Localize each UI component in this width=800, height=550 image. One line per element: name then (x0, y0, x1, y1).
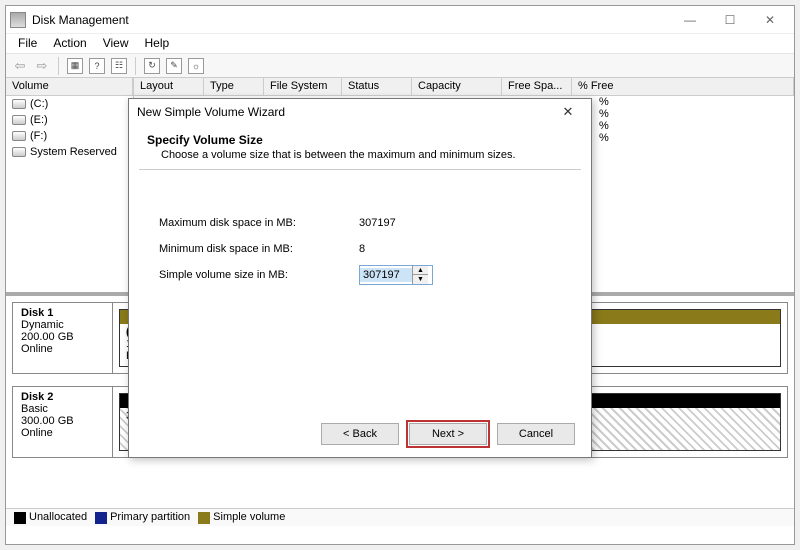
legend-swatch-primary (95, 512, 107, 524)
toolbar: ⇦ ⇨ ▦ ? ☷ ↻ ✎ ☼ (6, 54, 794, 78)
dialog-subheading: Choose a volume size that is between the… (147, 147, 573, 169)
spinner: ▲ ▼ (412, 266, 428, 284)
menu-view[interactable]: View (97, 36, 135, 51)
dialog-heading: Specify Volume Size Choose a volume size… (129, 125, 591, 169)
settings-icon[interactable]: ☼ (188, 58, 204, 74)
separator (58, 57, 59, 75)
disk-info: Disk 2 Basic 300.00 GB Online (13, 387, 113, 457)
max-value: 307197 (359, 217, 479, 229)
table-view-icon[interactable]: ▦ (67, 58, 83, 74)
size-label: Simple volume size in MB: (159, 269, 359, 281)
volume-label: (C:) (30, 98, 48, 110)
col-pctfree[interactable]: % Free (572, 78, 794, 96)
pct-value: % (599, 120, 609, 132)
col-layout[interactable]: Layout (134, 78, 204, 96)
min-value: 8 (359, 243, 479, 255)
drive-icon (12, 99, 26, 109)
volume-size-spinbox[interactable]: ▲ ▼ (359, 265, 433, 285)
disk-status: Online (21, 427, 53, 439)
dialog-title: New Simple Volume Wizard (137, 105, 285, 119)
close-button[interactable]: ✕ (750, 8, 790, 32)
col-freespace[interactable]: Free Spa... (502, 78, 572, 96)
new-simple-volume-wizard: New Simple Volume Wizard ✕ Specify Volum… (128, 98, 592, 458)
back-icon[interactable]: ⇦ (12, 58, 28, 74)
disk-info: Disk 1 Dynamic 200.00 GB Online (13, 303, 113, 373)
disk-size: 200.00 GB (21, 331, 74, 343)
max-label: Maximum disk space in MB: (159, 217, 359, 229)
max-space-row: Maximum disk space in MB: 307197 (159, 210, 561, 236)
detail-view-icon[interactable]: ☷ (111, 58, 127, 74)
disk-type: Basic (21, 403, 48, 415)
help-icon[interactable]: ? (89, 58, 105, 74)
volume-column: Volume (C:) (E:) (F:) System Reserved (6, 78, 134, 292)
dialog-body: Maximum disk space in MB: 307197 Minimum… (129, 170, 591, 328)
menubar: File Action View Help (6, 34, 794, 54)
cancel-button[interactable]: Cancel (497, 423, 575, 445)
dialog-buttons: < Back Next > Cancel (321, 423, 575, 445)
col-filesystem[interactable]: File System (264, 78, 342, 96)
drive-icon (12, 147, 26, 157)
dialog-titlebar: New Simple Volume Wizard ✕ (129, 99, 591, 125)
maximize-button[interactable]: ☐ (710, 8, 750, 32)
app-icon (10, 12, 26, 28)
legend-primary: Primary partition (110, 511, 190, 523)
volume-label: (E:) (30, 114, 48, 126)
volume-row[interactable]: (F:) (6, 128, 133, 144)
volume-size-input[interactable] (360, 268, 412, 282)
back-button[interactable]: < Back (321, 423, 399, 445)
legend: Unallocated Primary partition Simple vol… (6, 508, 794, 526)
refresh-icon[interactable]: ↻ (144, 58, 160, 74)
legend-swatch-unalloc (14, 512, 26, 524)
volume-label: System Reserved (30, 146, 117, 158)
col-type[interactable]: Type (204, 78, 264, 96)
disk-size: 300.00 GB (21, 415, 74, 427)
spin-up-icon[interactable]: ▲ (413, 266, 428, 275)
properties-icon[interactable]: ✎ (166, 58, 182, 74)
col-capacity[interactable]: Capacity (412, 78, 502, 96)
titlebar: Disk Management — ☐ ✕ (6, 6, 794, 34)
min-label: Minimum disk space in MB: (159, 243, 359, 255)
next-button[interactable]: Next > (409, 423, 487, 445)
volume-row[interactable]: System Reserved (6, 144, 133, 160)
menu-help[interactable]: Help (139, 36, 176, 51)
pct-value: % (599, 108, 609, 120)
col-volume[interactable]: Volume (6, 78, 133, 96)
menu-action[interactable]: Action (47, 36, 92, 51)
col-status[interactable]: Status (342, 78, 412, 96)
volume-row[interactable]: (E:) (6, 112, 133, 128)
legend-simple: Simple volume (213, 511, 285, 523)
spin-down-icon[interactable]: ▼ (413, 275, 428, 284)
window-title: Disk Management (32, 13, 129, 27)
disk-name: Disk 1 (21, 307, 53, 319)
menu-file[interactable]: File (12, 36, 43, 51)
pct-value: % (599, 132, 609, 144)
volume-size-row: Simple volume size in MB: ▲ ▼ (159, 262, 561, 288)
drive-icon (12, 115, 26, 125)
volume-row[interactable]: (C:) (6, 96, 133, 112)
disk-status: Online (21, 343, 53, 355)
min-space-row: Minimum disk space in MB: 8 (159, 236, 561, 262)
pct-values: % % % % (599, 96, 609, 144)
separator (135, 57, 136, 75)
dialog-heading-text: Specify Volume Size (147, 133, 263, 147)
minimize-button[interactable]: — (670, 8, 710, 32)
dialog-close-button[interactable]: ✕ (553, 104, 583, 120)
volume-label: (F:) (30, 130, 47, 142)
legend-unalloc: Unallocated (29, 511, 87, 523)
drive-icon (12, 131, 26, 141)
forward-icon[interactable]: ⇨ (34, 58, 50, 74)
legend-swatch-simple (198, 512, 210, 524)
disk-name: Disk 2 (21, 391, 53, 403)
disk-type: Dynamic (21, 319, 64, 331)
pct-value: % (599, 96, 609, 108)
